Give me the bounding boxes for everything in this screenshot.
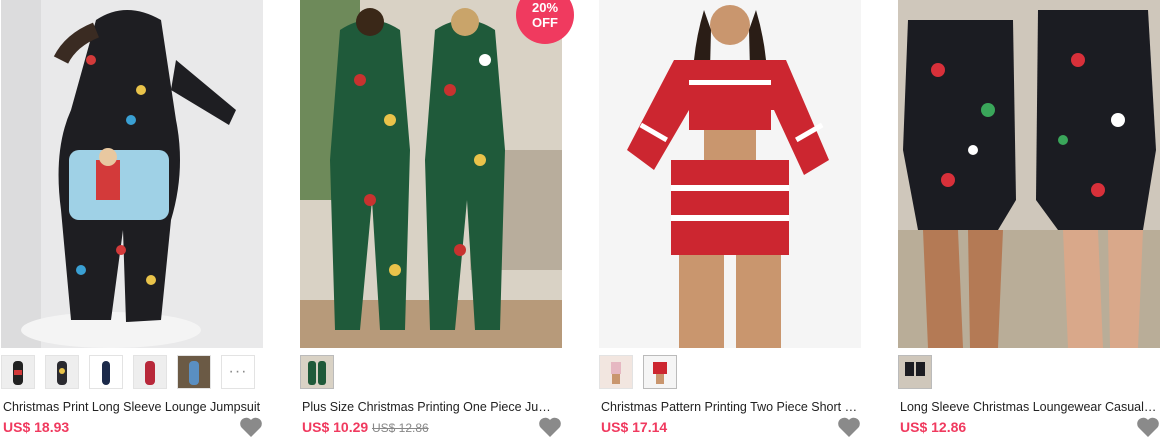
heart-icon[interactable]	[538, 416, 562, 438]
product-name[interactable]: Christmas Print Long Sleeve Lounge Jumps…	[3, 400, 261, 414]
product-image[interactable]	[1, 0, 263, 348]
product-name[interactable]: Long Sleeve Christmas Loungewear Casual …	[900, 400, 1158, 414]
thumbnail[interactable]	[300, 355, 334, 389]
original-price: US$ 12.86	[372, 421, 429, 435]
product-name[interactable]: Plus Size Christmas Printing One Piece J…	[302, 400, 560, 414]
product-card[interactable]: Long Sleeve Christmas Loungewear Casual …	[898, 0, 1160, 445]
product-card[interactable]: Christmas Pattern Printing Two Piece Sho…	[599, 0, 861, 445]
more-dots-icon[interactable]: ···	[221, 355, 255, 389]
thumbnail-strip	[599, 355, 677, 395]
product-price: US$ 18.93	[3, 419, 70, 435]
thumbnail[interactable]	[1, 355, 35, 389]
product-price: US$ 17.14	[601, 419, 668, 435]
thumbnail-strip: ···	[1, 355, 255, 395]
product-image[interactable]	[599, 0, 861, 348]
thumbnail[interactable]	[643, 355, 677, 389]
discount-badge-text: 20% OFF	[531, 0, 559, 30]
heart-icon[interactable]	[239, 416, 263, 438]
thumbnail[interactable]	[898, 355, 932, 389]
thumbnail[interactable]	[599, 355, 633, 389]
thumbnail[interactable]	[133, 355, 167, 389]
thumbnail[interactable]	[45, 355, 79, 389]
product-card[interactable]: 20% OFF Plus Size Christmas Printing One…	[300, 0, 574, 445]
thumbnail[interactable]	[89, 355, 123, 389]
thumbnail[interactable]	[177, 355, 211, 389]
thumbnail-strip	[898, 355, 932, 395]
product-image[interactable]	[898, 0, 1160, 348]
product-image[interactable]	[300, 0, 562, 348]
heart-icon[interactable]	[1136, 416, 1160, 438]
product-price: US$ 12.86	[900, 419, 967, 435]
thumbnail-strip	[300, 355, 334, 395]
product-name[interactable]: Christmas Pattern Printing Two Piece Sho…	[601, 400, 859, 414]
product-price: US$ 10.29	[302, 419, 369, 435]
heart-icon[interactable]	[837, 416, 861, 438]
product-card[interactable]: ··· Christmas Print Long Sleeve Lounge J…	[1, 0, 263, 445]
